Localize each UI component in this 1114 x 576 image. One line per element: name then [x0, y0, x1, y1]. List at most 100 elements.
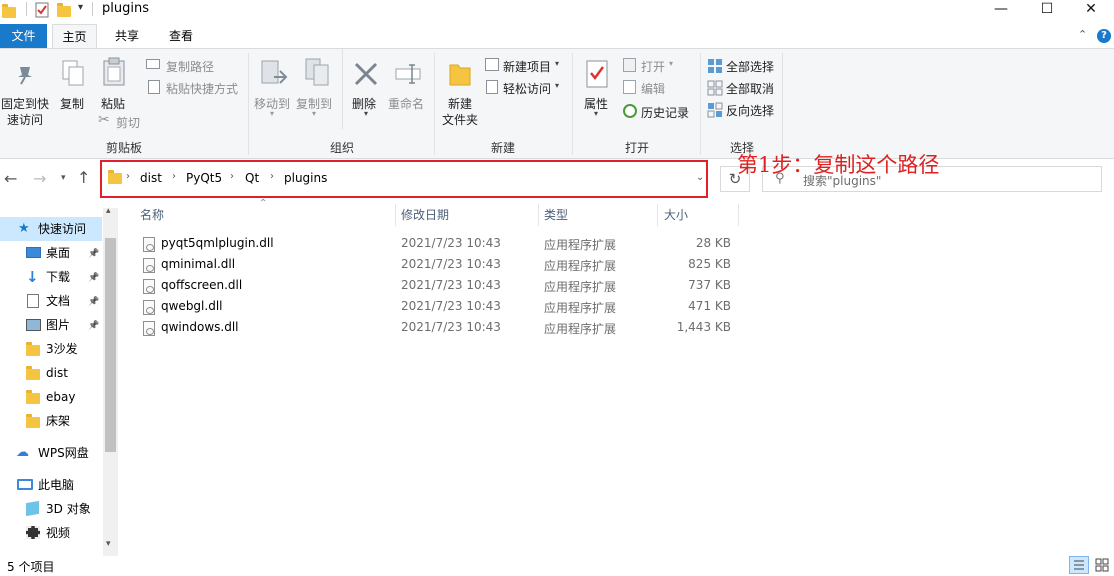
ribbon-tab-bar: 文件 主页 共享 查看 ⌃ ?	[0, 24, 1114, 48]
recent-locations-icon[interactable]: ▾	[61, 173, 66, 183]
group-divider	[782, 53, 783, 155]
nav-wps-drive[interactable]: ☁ WPS网盘	[0, 441, 102, 465]
pin-to-quick-access-button[interactable]: 固定到快 速访问	[0, 49, 58, 129]
close-button[interactable]: ✕	[1068, 0, 1114, 20]
move-to-icon	[261, 60, 288, 84]
delete-icon	[354, 62, 378, 86]
dll-file-icon	[143, 321, 155, 336]
nav-scrollbar[interactable]: ▴ ▾	[103, 206, 118, 556]
file-row[interactable]: qminimal.dll 2021/7/23 10:43 应用程序扩展 825 KB	[140, 255, 740, 276]
column-divider[interactable]	[395, 204, 396, 226]
scroll-up-icon[interactable]: ▴	[106, 206, 111, 216]
column-divider[interactable]	[657, 204, 658, 226]
dll-file-icon	[143, 237, 155, 252]
breadcrumb-item[interactable]: Qt	[245, 171, 259, 185]
nav-item[interactable]: 床架	[0, 409, 102, 433]
ribbon: 固定到快 速访问 复制 粘贴 复制路径 粘贴快捷方式 ✂ 剪切 剪贴板 移动到 …	[0, 48, 1114, 159]
address-bar[interactable]: › dist › PyQt5 › Qt › plugins ⌄	[102, 166, 706, 192]
nav-label: 图片	[46, 318, 71, 332]
help-icon[interactable]: ?	[1097, 29, 1111, 43]
column-header-date[interactable]: 修改日期	[401, 204, 449, 226]
copy-to-button[interactable]: 复制到 ▾	[296, 49, 338, 129]
nav-videos[interactable]: 视频	[0, 521, 102, 545]
nav-this-pc[interactable]: 此电脑	[0, 473, 102, 497]
paste-button[interactable]: 粘贴	[96, 49, 136, 119]
breadcrumb-item-current[interactable]: plugins	[284, 171, 327, 185]
collapse-ribbon-icon[interactable]: ⌃	[1078, 28, 1087, 41]
nav-item[interactable]: 3沙发	[0, 337, 102, 361]
file-type: 应用程序扩展	[544, 280, 617, 294]
file-row[interactable]: qwindows.dll 2021/7/23 10:43 应用程序扩展 1,443 K…	[140, 318, 740, 339]
delete-button[interactable]: 删除 ▾	[348, 49, 386, 129]
column-header-type[interactable]: 类型	[544, 204, 568, 226]
pin-icon[interactable]: 📌	[88, 314, 99, 338]
pin-label-line1: 固定到快	[0, 97, 49, 111]
nav-item[interactable]: 文档 📌	[0, 289, 102, 313]
file-row[interactable]: qoffscreen.dll 2021/7/23 10:43 应用程序扩展 737 K…	[140, 276, 740, 297]
copy-button[interactable]: 复制	[56, 49, 90, 119]
forward-arrow-icon[interactable]: →	[33, 169, 46, 188]
file-name: qwindows.dll	[161, 320, 239, 334]
nav-label: 桌面	[46, 246, 71, 260]
dll-file-icon	[143, 300, 155, 315]
item-count: 5 个项目	[7, 560, 55, 574]
chevron-right-icon[interactable]: ›	[270, 171, 274, 182]
nav-label: 此电脑	[38, 478, 75, 492]
move-to-button[interactable]: 移动到 ▾	[252, 49, 294, 129]
group-divider	[248, 53, 249, 155]
pin-icon[interactable]: 📌	[88, 266, 99, 290]
tab-share[interactable]: 共享	[106, 24, 148, 48]
address-dropdown-icon[interactable]: ⌄	[696, 172, 704, 183]
sort-ascending-icon: ⌃	[259, 198, 268, 209]
nav-quick-access[interactable]: ★ 快速访问	[0, 217, 102, 241]
file-row[interactable]: qwebgl.dll 2021/7/23 10:43 应用程序扩展 471 KB	[140, 297, 740, 318]
pin-icon[interactable]: 📌	[88, 290, 99, 314]
video-icon	[26, 526, 40, 539]
scroll-down-icon[interactable]: ▾	[106, 539, 111, 549]
tab-home[interactable]: 主页	[52, 24, 97, 48]
minimize-button[interactable]: —	[978, 0, 1024, 20]
up-arrow-icon[interactable]: ↑	[77, 168, 90, 187]
pin-icon[interactable]: 📌	[88, 242, 99, 266]
copy-path-label: 复制路径	[166, 60, 215, 74]
new-folder-quick-icon[interactable]	[56, 2, 72, 18]
column-header-name[interactable]: 名称	[140, 204, 164, 226]
breadcrumb-item[interactable]: PyQt5	[186, 171, 222, 185]
new-group-label: 新建	[490, 141, 515, 155]
column-divider[interactable]	[538, 204, 539, 226]
file-size: 737 KB	[688, 278, 731, 292]
nav-label: ebay	[46, 390, 76, 404]
properties-button[interactable]: 属性 ▾	[578, 49, 618, 129]
file-name: qminimal.dll	[161, 257, 236, 271]
details-view-button[interactable]	[1069, 556, 1089, 574]
customize-quick-access-icon[interactable]: ▾	[78, 2, 83, 13]
nav-item[interactable]: 图片 📌	[0, 313, 102, 337]
back-arrow-icon[interactable]: ←	[4, 169, 17, 188]
rename-button[interactable]: 重命名	[388, 49, 428, 129]
nav-item[interactable]: dist	[0, 361, 102, 385]
nav-3d-objects[interactable]: 3D 对象	[0, 497, 102, 521]
maximize-button[interactable]: ☐	[1024, 0, 1070, 20]
chevron-right-icon[interactable]: ›	[126, 171, 130, 182]
new-folder-button[interactable]: 新建 文件夹	[438, 49, 482, 129]
nav-item[interactable]: ↓ 下载 📌	[0, 265, 102, 289]
properties-quick-icon[interactable]	[34, 2, 50, 18]
nav-item[interactable]: 桌面 📌	[0, 241, 102, 265]
tab-view[interactable]: 查看	[159, 24, 203, 48]
divider	[26, 2, 27, 16]
breadcrumb-item[interactable]: dist	[140, 171, 162, 185]
folder-icon	[26, 413, 42, 429]
nav-item[interactable]: ebay	[0, 385, 102, 409]
column-header-size[interactable]: 大小	[664, 204, 688, 226]
scrollbar-thumb[interactable]	[105, 238, 116, 452]
folder-icon	[26, 365, 42, 381]
new-folder-label-line2: 文件夹	[442, 113, 479, 127]
tab-file[interactable]: 文件	[0, 24, 47, 48]
dropdown-arrow-icon: ▾	[555, 59, 560, 68]
column-divider[interactable]	[738, 204, 739, 226]
chevron-right-icon[interactable]: ›	[172, 171, 176, 182]
dropdown-arrow-icon: ▾	[669, 59, 674, 68]
large-icons-view-button[interactable]	[1093, 556, 1113, 574]
chevron-right-icon[interactable]: ›	[230, 171, 234, 182]
file-row[interactable]: pyqt5qmlplugin.dll 2021/7/23 10:43 应用程序扩展 2…	[140, 234, 740, 255]
